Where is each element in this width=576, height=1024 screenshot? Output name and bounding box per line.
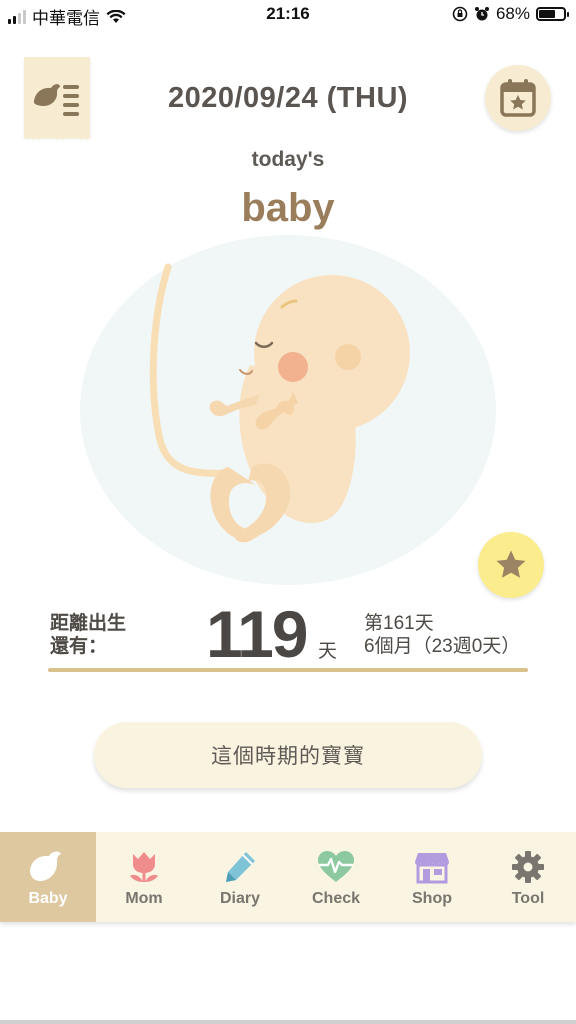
fetus-illustration <box>80 235 496 585</box>
tab-tool[interactable]: Tool <box>480 832 576 922</box>
tab-shop[interactable]: Shop <box>384 832 480 922</box>
tab-label: Baby <box>28 890 68 907</box>
bottom-edge <box>0 1020 576 1024</box>
day-index: 第161天 <box>364 613 434 634</box>
tab-label: Tool <box>511 890 545 907</box>
divider <box>48 668 528 672</box>
status-bar: 中華電信 21:16 68% <box>0 0 576 32</box>
battery-icon <box>536 7 569 21</box>
hero-subtitle: today's <box>251 148 325 171</box>
calendar-button[interactable] <box>485 65 551 131</box>
countdown-label-line2: 還有： <box>50 636 108 657</box>
orientation-lock-icon <box>452 6 468 22</box>
heartbeat-icon <box>318 851 354 882</box>
star-icon <box>496 550 526 578</box>
store-icon <box>415 853 449 884</box>
tab-check[interactable]: Check <box>288 832 384 922</box>
calendar-star-icon <box>500 79 536 117</box>
tab-label: Diary <box>219 890 261 907</box>
tab-label: Mom <box>125 890 163 907</box>
favorite-button[interactable] <box>478 532 544 598</box>
tab-bar: Baby Mom Diary Check Shop Tool <box>0 832 576 922</box>
days-remaining: 119 <box>206 597 308 671</box>
alarm-icon <box>474 7 489 21</box>
tab-baby[interactable]: Baby <box>0 832 96 922</box>
pregnancy-progress: 第161天 6個月（23週0天） <box>364 612 520 658</box>
days-unit: 天 <box>318 641 338 662</box>
tab-label: Shop <box>412 890 452 907</box>
tab-diary[interactable]: Diary <box>192 832 288 922</box>
countdown-label-line1: 距離出生 <box>50 613 127 634</box>
pencil-icon <box>226 852 255 882</box>
battery-percent: 68% <box>495 4 530 23</box>
gear-icon <box>512 851 544 883</box>
bird-icon <box>30 851 61 881</box>
tab-mom[interactable]: Mom <box>96 832 192 922</box>
hero-title: baby <box>241 186 335 230</box>
tab-label: Check <box>311 890 361 907</box>
tulip-icon <box>130 852 158 882</box>
pregnancy-age: 6個月（23週0天） <box>364 636 521 657</box>
countdown-label: 距離出生 還有： <box>50 612 126 658</box>
baby-this-period-button[interactable]: 這個時期的寶寶 <box>94 722 482 788</box>
status-right: 68% <box>452 4 569 24</box>
